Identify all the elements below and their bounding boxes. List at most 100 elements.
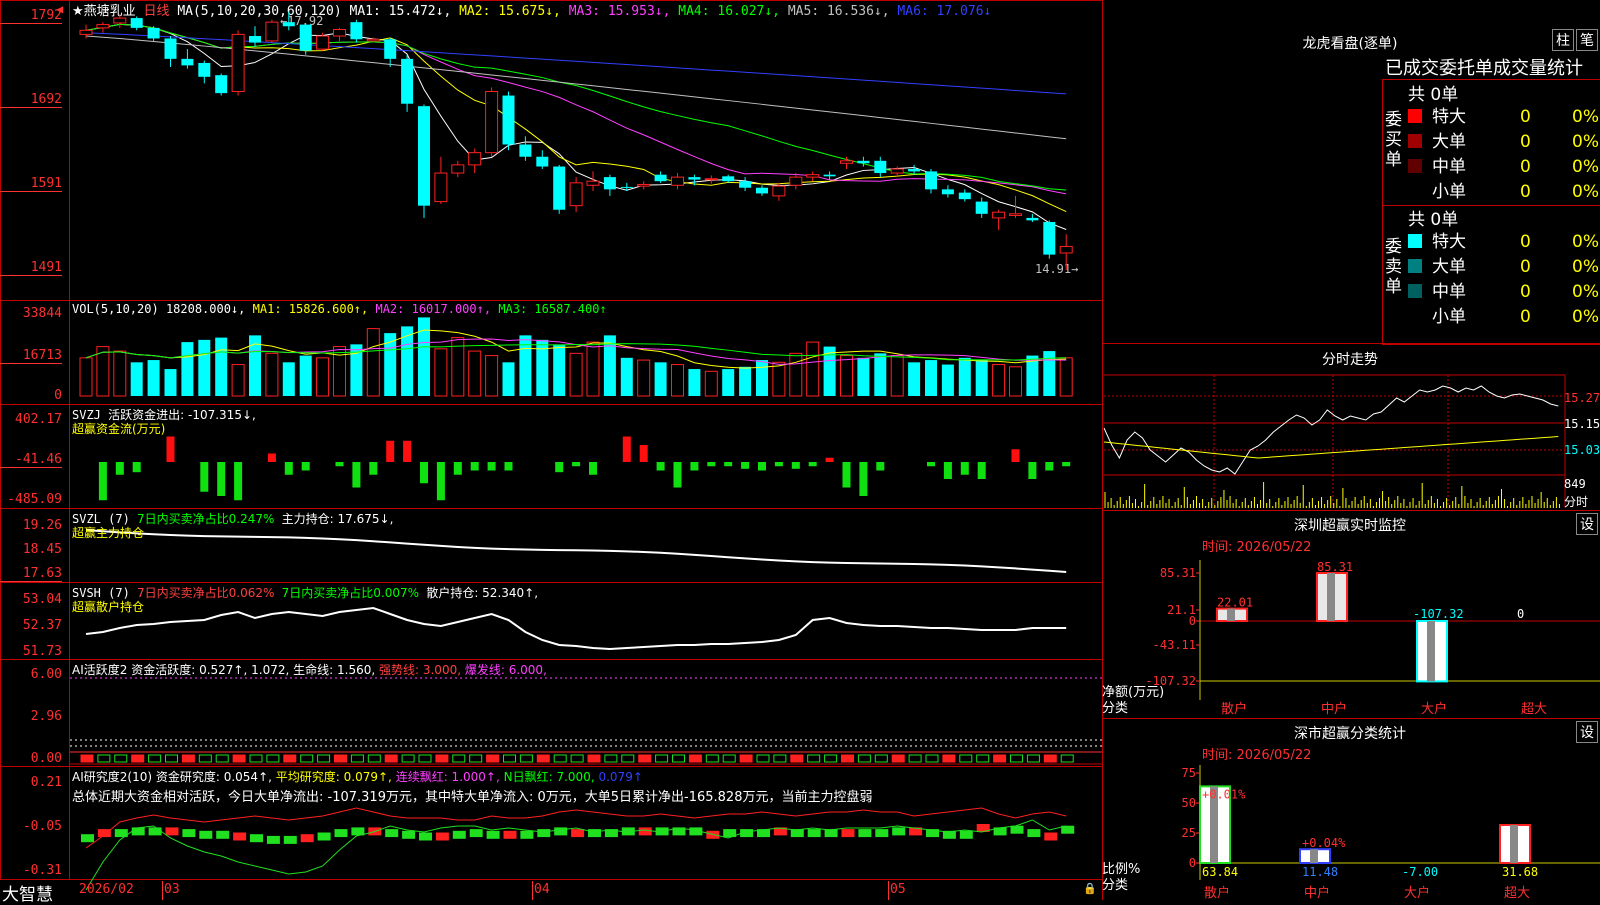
fund-flow-bar [98, 462, 107, 501]
research-bar [334, 829, 348, 838]
candle-body [569, 182, 583, 207]
sell-value: 0 [1520, 257, 1531, 277]
bar-mode-button[interactable]: 柱 [1552, 29, 1574, 51]
candle-body [451, 164, 465, 174]
candle-body [704, 178, 718, 181]
activity-bar [841, 754, 854, 763]
research-bar [875, 829, 889, 838]
candle-body [688, 177, 701, 180]
candle-body [299, 24, 312, 51]
activity-bar [97, 754, 111, 763]
fund-flow-bar [724, 462, 733, 467]
candle-body [654, 174, 667, 182]
svzj-axis-label: 402.17 [15, 412, 62, 427]
activity-bar [131, 754, 145, 763]
stats-title: 已成交委托单成交量统计 [1385, 58, 1583, 79]
fund-flow-bar [791, 462, 800, 469]
research-bar [97, 829, 111, 838]
candle-body [941, 189, 954, 195]
activity-bar [976, 754, 990, 763]
activity-bar [756, 754, 770, 763]
research-bar [419, 832, 432, 841]
fund-flow-bar [132, 462, 141, 473]
volume-bar [756, 360, 768, 396]
fund-flow-bar [436, 462, 445, 501]
fund-flow-bar [808, 462, 817, 467]
activity-bar [215, 754, 229, 763]
research-bar [554, 827, 568, 836]
volume-bar [401, 326, 414, 396]
volume-bar [789, 352, 803, 397]
candle-body [249, 36, 261, 43]
buy-value: 0 [1520, 157, 1531, 177]
candle-body [586, 180, 600, 186]
ai-research-header: AI研究度2(10) 资金研究度: 0.054↑, 平均研究度: 0.079↑,… [72, 768, 643, 785]
sell-pct: 0% [1572, 257, 1599, 277]
buy-pct: 0% [1572, 132, 1599, 152]
sell-label: 中单 [1432, 282, 1466, 302]
research-bar [807, 829, 821, 838]
volume-bar [147, 360, 160, 396]
sz-class-time: 时间: 2026/05/22 [1202, 748, 1312, 763]
sell-value: 0 [1520, 232, 1531, 252]
svsh-axis-label: 52.37 [22, 618, 62, 633]
activity-bar [317, 754, 331, 763]
volume-bar [941, 364, 954, 396]
sz-monitor-box [1102, 510, 1600, 719]
ai-research-axis-label: -0.31 [22, 863, 62, 878]
activity-bar [672, 754, 685, 763]
volume-bar [890, 355, 904, 397]
candle-body [198, 62, 211, 77]
lock-icon[interactable]: 🔒 [1083, 882, 1097, 895]
sell-pct: 0% [1572, 282, 1599, 302]
volume-bar [164, 369, 177, 396]
sz-class-settings-button[interactable]: 设 [1576, 721, 1598, 743]
activity-bar [114, 754, 128, 763]
research-bar [1027, 829, 1041, 838]
volume-bar [418, 317, 430, 396]
fund-flow-bar [572, 462, 581, 467]
activity-bar [587, 754, 601, 763]
activity-bar [486, 754, 500, 763]
candle-body [333, 28, 346, 37]
pen-mode-button[interactable]: 笔 [1576, 29, 1598, 51]
research-bar [165, 827, 179, 836]
research-bar [486, 830, 500, 839]
activity-bar [908, 754, 922, 763]
ai-active-header: AI活跃度2 资金活跃度: 0.527↑, 1.072, 生命线: 1.560,… [72, 661, 547, 678]
volume-bar [265, 352, 279, 397]
fund-flow-bar [943, 462, 952, 479]
fund-flow-bar [200, 462, 209, 492]
activity-bar [401, 754, 415, 763]
sell-row: 特大 0 0% [1408, 230, 1599, 254]
color-swatch [1408, 134, 1422, 148]
sell-total: 共 0单 [1408, 210, 1459, 230]
fund-flow-bar [639, 445, 648, 462]
fund-flow-bar [403, 440, 412, 462]
volume-bar [908, 362, 921, 396]
sz-monitor-title: 深圳超赢实时监控 [1294, 518, 1406, 534]
candle-body [1043, 221, 1056, 255]
sz-class-box [1102, 718, 1600, 901]
svsh-ratio-7d-b: 7日内买卖净占比0.007% [281, 586, 420, 600]
candle-body [468, 152, 482, 166]
volume-bar [569, 352, 583, 397]
activity-bar [655, 754, 669, 763]
fund-flow-bar [301, 462, 310, 471]
sell-row: 小单 0 0% [1408, 305, 1599, 329]
color-swatch [1408, 309, 1422, 323]
candle-body [418, 106, 430, 206]
fund-flow-bar [741, 462, 750, 469]
sell-label: 小单 [1432, 307, 1466, 327]
activity-bar [249, 754, 263, 763]
research-bar [250, 834, 263, 843]
candle-body [164, 38, 177, 59]
sz-monitor-settings-button[interactable]: 设 [1576, 513, 1598, 535]
activity-bar [452, 754, 466, 763]
activity-bar [570, 754, 584, 763]
candle-body [890, 168, 904, 174]
activity-bar [824, 754, 838, 763]
volume-bar [231, 364, 245, 397]
svzl-ratio: 7日内买卖净占比0.247% [137, 512, 275, 526]
activity-bar [232, 754, 246, 763]
